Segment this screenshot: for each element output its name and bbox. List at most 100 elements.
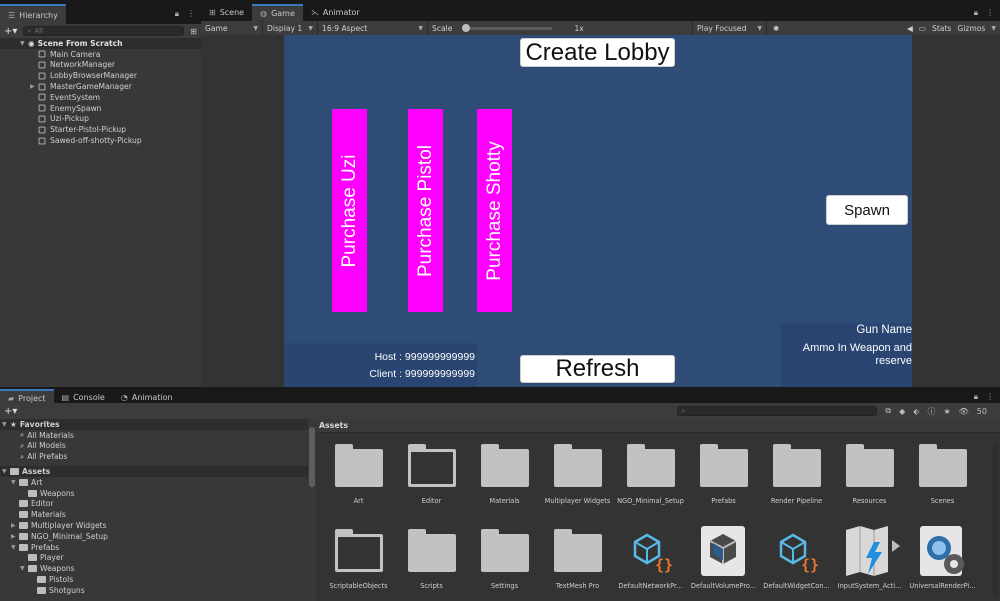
hierarchy-item[interactable]: LobbyBrowserManager (0, 70, 201, 81)
expand-arrow-icon[interactable]: ▶ (11, 533, 19, 540)
project-search-input[interactable]: ⌕ (677, 406, 878, 416)
asset-item[interactable]: TextMesh Pro (541, 524, 614, 601)
hierarchy-item[interactable]: ▶ MasterGameManager (0, 81, 201, 92)
chevron-down-icon[interactable]: ▼ (991, 25, 996, 32)
create-lobby-button[interactable]: Create Lobby (520, 38, 675, 67)
mute-audio-icon[interactable]: ◀︎ (907, 24, 913, 33)
asset-item[interactable]: Render Pipeline (760, 439, 833, 519)
tab-game[interactable]: ◍ Game (252, 4, 303, 21)
grid-icon: ⊞ (209, 8, 216, 17)
star-icon[interactable]: ★ (943, 407, 950, 416)
hierarchy-item[interactable]: EnemySpawn (0, 103, 201, 114)
scale-slider[interactable] (462, 23, 553, 32)
info-icon[interactable]: ⓘ (927, 406, 935, 417)
asset-item[interactable]: Editor (395, 439, 468, 519)
expand-arrow-icon[interactable]: ▼ (2, 468, 10, 475)
asset-item[interactable]: DefaultVolumePro... (687, 524, 760, 601)
breadcrumb[interactable]: Assets (316, 419, 1000, 433)
more-options-icon[interactable]: ⋮ (986, 8, 994, 18)
expand-arrow-icon[interactable]: ▼ (11, 544, 19, 551)
hierarchy-item[interactable]: EventSystem (0, 92, 201, 103)
asset-item[interactable]: UniversalRenderPi... (906, 524, 979, 601)
add-icon[interactable]: +▾ (4, 26, 17, 37)
lock-icon[interactable]: 🔒︎ (175, 9, 179, 19)
asset-item[interactable]: ScriptableObjects (322, 524, 395, 601)
favorite-item[interactable]: ⌕ All Prefabs (0, 451, 308, 462)
more-options-icon[interactable]: ⋮ (187, 9, 195, 19)
asset-item[interactable]: Art (322, 439, 395, 519)
asset-tree-item[interactable]: ▼ Prefabs (0, 542, 308, 553)
tab-hierarchy[interactable]: ☰ Hierarchy (0, 4, 66, 24)
sidebar-scrollbar[interactable] (309, 427, 315, 487)
asset-tree-item[interactable]: ▶ Multiplayer Widgets (0, 520, 308, 531)
expand-arrow-icon[interactable]: ▼ (2, 421, 10, 428)
game-mode-dropdown[interactable]: Game ▼ (201, 21, 263, 35)
hierarchy-item[interactable]: Starter-Pistol-Pickup (0, 124, 201, 135)
asset-item[interactable]: InputSystem_Acti... (833, 524, 906, 601)
purchase-uzi-button[interactable]: Purchase Uzi (332, 109, 367, 312)
lock-icon[interactable]: 🔒︎ (974, 392, 978, 402)
tag-icon[interactable]: ⬖ (913, 407, 919, 416)
search-by-type-icon[interactable]: ⧉ (885, 406, 891, 416)
expand-arrow-icon[interactable]: ▼ (11, 479, 19, 486)
hierarchy-item[interactable]: Sawed-off-shotty-Pickup (0, 135, 201, 146)
asset-tree-item[interactable]: Editor (0, 499, 308, 510)
asset-item[interactable]: Prefabs (687, 439, 760, 519)
play-mode-dropdown[interactable]: Play Focused ▼ (692, 21, 767, 35)
favorite-item[interactable]: ⌕ All Materials (0, 430, 308, 441)
asset-item[interactable]: Settings (468, 524, 541, 601)
shortcuts-icon[interactable]: ▭ (919, 24, 926, 33)
gameobject-cube-icon (38, 72, 46, 80)
expand-arrow-icon[interactable]: ▼ (20, 40, 28, 47)
aspect-dropdown[interactable]: 16:9 Aspect ▼ (318, 21, 428, 35)
more-options-icon[interactable]: ⋮ (986, 392, 994, 402)
spawn-button[interactable]: Spawn (826, 195, 908, 225)
lock-icon[interactable]: 🔒︎ (974, 8, 978, 18)
assets-header[interactable]: ▼ Assets (0, 466, 308, 477)
asset-item[interactable]: Scripts (395, 524, 468, 601)
filter-icon[interactable]: ⊞ (190, 27, 197, 36)
scale-slider-knob[interactable] (462, 23, 471, 32)
purchase-pistol-button[interactable]: Purchase Pistol (408, 109, 443, 312)
asset-tree-item[interactable]: Weapons (0, 488, 308, 499)
asset-item[interactable]: NGO_Minimal_Setup (614, 439, 687, 519)
asset-tree-item[interactable]: ▶ NGO_Minimal_Setup (0, 531, 308, 542)
asset-tree-item[interactable]: Pistols (0, 574, 308, 585)
hierarchy-item-label: EnemySpawn (50, 103, 102, 113)
favorite-item[interactable]: ⌕ All Models (0, 441, 308, 452)
asset-item[interactable]: Materials (468, 439, 541, 519)
tab-animator[interactable]: ⋋ Animator (303, 4, 368, 21)
hierarchy-item[interactable]: Main Camera (0, 49, 201, 60)
asset-item[interactable]: Resources (833, 439, 906, 519)
display-dropdown[interactable]: Display 1 ▼ (263, 21, 318, 35)
asset-tree-item[interactable]: Player (0, 553, 308, 564)
assets-scrollbar[interactable] (993, 443, 998, 597)
expand-arrow-icon[interactable]: ▼ (20, 565, 28, 572)
asset-tree-item[interactable]: ▼ Weapons (0, 563, 308, 574)
expand-arrow-icon[interactable]: ▶ (30, 83, 38, 90)
asset-item[interactable]: {} DefaultNetworkPr... (614, 524, 687, 601)
refresh-button[interactable]: Refresh (520, 355, 675, 383)
gizmos-dropdown[interactable]: Gizmos (957, 24, 985, 33)
asset-item[interactable]: Multiplayer Widgets (541, 439, 614, 519)
scene-root[interactable]: ▼ ◉ Scene From Scratch (0, 38, 201, 49)
asset-tree-item[interactable]: Materials (0, 509, 308, 520)
stats-toggle[interactable]: Stats (932, 24, 951, 33)
bug-icon[interactable]: ✱ (767, 24, 785, 33)
purchase-shotty-button[interactable]: Purchase Shotty (477, 109, 512, 312)
favorites-header[interactable]: ▼ ★ Favorites (0, 419, 308, 430)
hierarchy-item[interactable]: NetworkManager (0, 60, 201, 71)
asset-item-label: Resources (852, 497, 887, 505)
tab-scene[interactable]: ⊞ Scene (201, 4, 252, 21)
add-icon[interactable]: +▾ (4, 406, 17, 417)
asset-item[interactable]: Scenes (906, 439, 979, 519)
hierarchy-search-input[interactable]: ⌕ All (23, 26, 185, 36)
asset-tree-item[interactable]: Shotguns (0, 585, 308, 596)
expand-arrow-icon[interactable]: ▶ (11, 522, 19, 529)
hierarchy-item[interactable]: Uzi-Pickup (0, 114, 201, 125)
hierarchy-panel: ☰ Hierarchy 🔒︎ ⋮ +▾ ⌕ All ⊞ ▼ ◉ Scene Fr… (0, 4, 201, 387)
hidden-packages-icon[interactable]: 👁︎ (959, 407, 969, 416)
asset-item[interactable]: {} DefaultWidgetCon... (760, 524, 833, 601)
asset-tree-item[interactable]: ▼ Art (0, 477, 308, 488)
search-by-label-icon[interactable]: ◆ (899, 407, 905, 416)
